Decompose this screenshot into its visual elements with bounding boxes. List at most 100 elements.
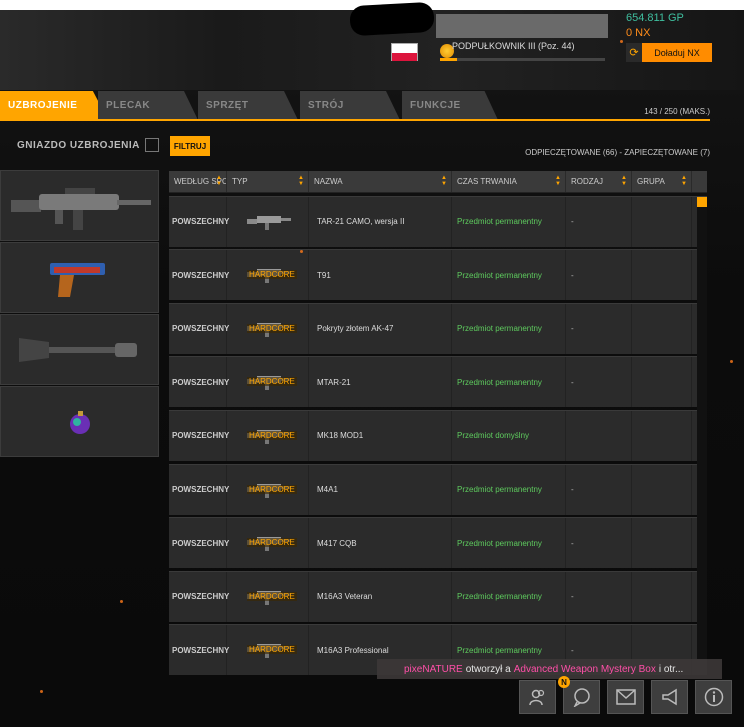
tab-sprzet[interactable]: SPRZĘT (198, 91, 298, 120)
row-name: M16A3 Veteran (309, 571, 452, 622)
row-category (632, 250, 692, 301)
slot-checkbox[interactable] (145, 138, 159, 152)
row-kind: - (566, 303, 632, 354)
row-group: POWSZECHNY (169, 518, 229, 569)
info-icon (704, 687, 723, 707)
table-row[interactable]: POWSZECHNY HARDCORE T91 Przedmiot permanent… (169, 249, 707, 301)
header-type[interactable]: TYP ▲ ▼ (227, 171, 309, 192)
chat-button[interactable]: N (558, 676, 600, 714)
header-name[interactable]: NAZWA ▲ ▼ (309, 171, 452, 192)
row-group: POWSZECHNY (169, 196, 229, 247)
row-kind: - (566, 464, 632, 515)
header-duration[interactable]: CZAS TRWANIA ▲ ▼ (452, 171, 566, 192)
chat-icon (573, 688, 590, 707)
row-name: T91 (309, 250, 452, 301)
header-kind[interactable]: RODZAJ ▲ ▼ (566, 171, 632, 192)
hardcore-badge: HARDCORE (247, 484, 297, 494)
slot-primary-weapon[interactable] (0, 170, 159, 241)
tab-plecak[interactable]: PLECAK (98, 91, 198, 120)
sort-icon: ▲ ▼ (681, 175, 687, 187)
header-name-label: NAZWA (314, 177, 343, 186)
table-row[interactable]: POWSZECHNY HARDCORE MTAR-21 Przedmiot perma… (169, 356, 707, 408)
row-type: HARDCORE (227, 250, 309, 301)
weapon-slot-label: GNIAZDO UZBROJENIA (17, 140, 140, 151)
sort-icon: ▲ ▼ (621, 175, 627, 187)
ember-particle (730, 360, 733, 363)
weapon-slots (0, 170, 159, 458)
slot-grenade[interactable] (0, 386, 159, 457)
ember-particle (620, 40, 623, 43)
player-name-box (436, 14, 608, 38)
row-type: HARDCORE (227, 518, 309, 569)
row-category (632, 518, 692, 569)
megaphone-button[interactable] (651, 680, 688, 714)
row-name: M417 CQB (309, 518, 452, 569)
header-group[interactable]: WEDŁUG SPOP▲▼ (169, 171, 227, 192)
header-category[interactable]: GRUPA ▲ ▼ (632, 171, 692, 192)
mail-icon (615, 689, 636, 705)
row-category (632, 357, 692, 408)
hardcore-badge: HARDCORE (247, 538, 297, 548)
ember-particle (120, 600, 123, 603)
pistol-icon (49, 262, 105, 297)
row-group: POWSZECHNY (169, 410, 229, 461)
nx-balance: 0 NX (626, 27, 651, 39)
row-group: POWSZECHNY (169, 250, 229, 301)
tab-stroj[interactable]: STRÓJ (300, 91, 400, 120)
row-duration: Przedmiot permanentny (452, 196, 566, 247)
ticker-tail: i otr... (658, 663, 684, 675)
row-group: POWSZECHNY (169, 464, 229, 515)
row-type: HARDCORE (227, 625, 309, 675)
table-row[interactable]: POWSZECHNY TAR-21 CAMO, wersja II Przedmio… (169, 195, 707, 247)
table-row[interactable]: POWSZECHNY HARDCORE M4A1 Przedmiot permanen… (169, 463, 707, 515)
table-row[interactable]: POWSZECHNY HARDCORE Pokryty złotem AK-47 Pr… (169, 302, 707, 354)
topup-nx-button[interactable]: ⟳ Doładuj NX (626, 43, 712, 62)
inventory-table: WEDŁUG SPOP▲▼ TYP ▲▼ NAZWA ▲▼ CZAS TRWANIA… (169, 171, 707, 675)
slot-pistol[interactable] (0, 242, 159, 313)
megaphone-icon (661, 688, 677, 706)
row-name: Pokryty złotem AK-47 (309, 303, 452, 354)
row-type: HARDCORE (227, 303, 309, 354)
scrollbar-thumb[interactable] (697, 197, 707, 207)
tab-sprzet-label: SPRZĘT (206, 100, 249, 111)
tab-stroj-label: STRÓJ (308, 100, 344, 111)
row-category (632, 464, 692, 515)
inventory-screen: PODPUŁKOWNIK III (Poz. 44) 654.811 GP 0 … (0, 0, 744, 727)
row-category (632, 196, 692, 247)
tab-uzbrojenie[interactable]: UZBROJENIE (0, 91, 108, 120)
sort-icon: ▲ ▼ (298, 175, 304, 187)
row-duration: Przedmiot permanentny (452, 464, 566, 515)
row-group: POWSZECHNY (169, 571, 229, 622)
ticker-message: otworzył a (465, 663, 511, 675)
inventory-tabs: UZBROJENIE PLECAK SPRZĘT STRÓJ FUNKCJE (0, 91, 744, 121)
row-group: POWSZECHNY (169, 357, 229, 408)
sort-icon: ▲ ▼ (441, 175, 447, 187)
row-category (632, 303, 692, 354)
bottom-dock: N (519, 676, 732, 714)
table-row[interactable]: POWSZECHNY HARDCORE MK18 MOD1 Przedmiot dom… (169, 409, 707, 461)
tab-funkcje-label: FUNKCJE (410, 100, 461, 111)
header-category-label: GRUPA (637, 177, 665, 186)
row-duration: Przedmiot domyślny (452, 410, 566, 461)
row-group: POWSZECHNY (169, 303, 229, 354)
filter-button[interactable]: FILTRUJ (170, 136, 210, 156)
header-type-label: TYP (232, 177, 248, 186)
mail-button[interactable] (607, 680, 644, 714)
table-row[interactable]: POWSZECHNY HARDCORE M16A3 Veteran Przedmiot… (169, 570, 707, 622)
table-scrollbar[interactable] (697, 197, 707, 659)
table-row[interactable]: POWSZECHNY HARDCORE M417 CQB Przedmiot perm… (169, 517, 707, 569)
shovel-icon (18, 337, 137, 362)
slot-melee[interactable] (0, 314, 159, 385)
tab-plecak-label: PLECAK (106, 100, 151, 111)
row-duration: Przedmiot permanentny (452, 518, 566, 569)
friends-button[interactable] (519, 680, 556, 714)
row-type: HARDCORE (227, 571, 309, 622)
refresh-icon[interactable]: ⟳ (626, 43, 642, 62)
sort-icon: ▲ ▼ (555, 175, 561, 187)
friends-icon (528, 689, 544, 706)
grenade-icon (69, 410, 90, 434)
info-button[interactable] (695, 680, 732, 714)
row-duration: Przedmiot permanentny (452, 571, 566, 622)
tab-funkcje[interactable]: FUNKCJE (402, 91, 498, 120)
row-kind (566, 410, 632, 461)
